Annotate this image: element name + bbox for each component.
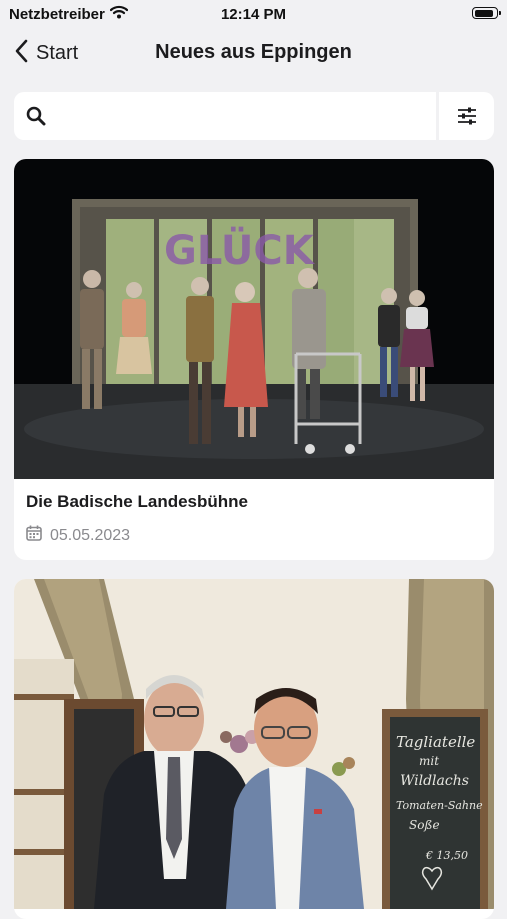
article-date: 05.05.2023: [26, 525, 130, 546]
article-date-text: 05.05.2023: [50, 526, 131, 544]
chalkboard-line: Tomaten-Sahne: [396, 799, 483, 812]
chalkboard-line: Wildlachs: [400, 773, 469, 789]
search-input[interactable]: [60, 92, 426, 142]
article-title: Die Badische Landesbühne: [26, 492, 248, 511]
article-card[interactable]: Tagliatelle mit Wildlachs Tomaten-Sahne …: [14, 579, 494, 919]
chalkboard-line: mit: [419, 754, 439, 768]
article-image-two-men: Tagliatelle mit Wildlachs Tomaten-Sahne …: [14, 579, 494, 909]
chalkboard-line: Tagliatelle: [396, 733, 475, 751]
battery-level: [474, 9, 493, 17]
calendar-icon: [26, 525, 42, 546]
article-image-theater-stage: GLÜCK: [14, 159, 494, 479]
search-bar: [14, 92, 436, 142]
chalkboard-line: Soße: [409, 818, 440, 832]
status-time: 12:14 PM: [220, 6, 287, 23]
sliders-icon: [458, 107, 476, 125]
stage-sign-text: GLÜCK: [164, 226, 316, 274]
chalkboard-line: € 13,50: [425, 849, 468, 862]
article-card[interactable]: GLÜCK Die Badische Landesbühne 05.05.202…: [14, 159, 494, 560]
navigation-bar: Start Neues aus Eppingen: [0, 28, 507, 78]
battery-icon: [472, 7, 501, 19]
filter-button[interactable]: [439, 92, 494, 140]
search-icon: [26, 106, 46, 131]
page-title: Neues aus Eppingen: [155, 41, 352, 63]
status-bar: Netzbetreiber 12:14 PM: [0, 0, 507, 28]
